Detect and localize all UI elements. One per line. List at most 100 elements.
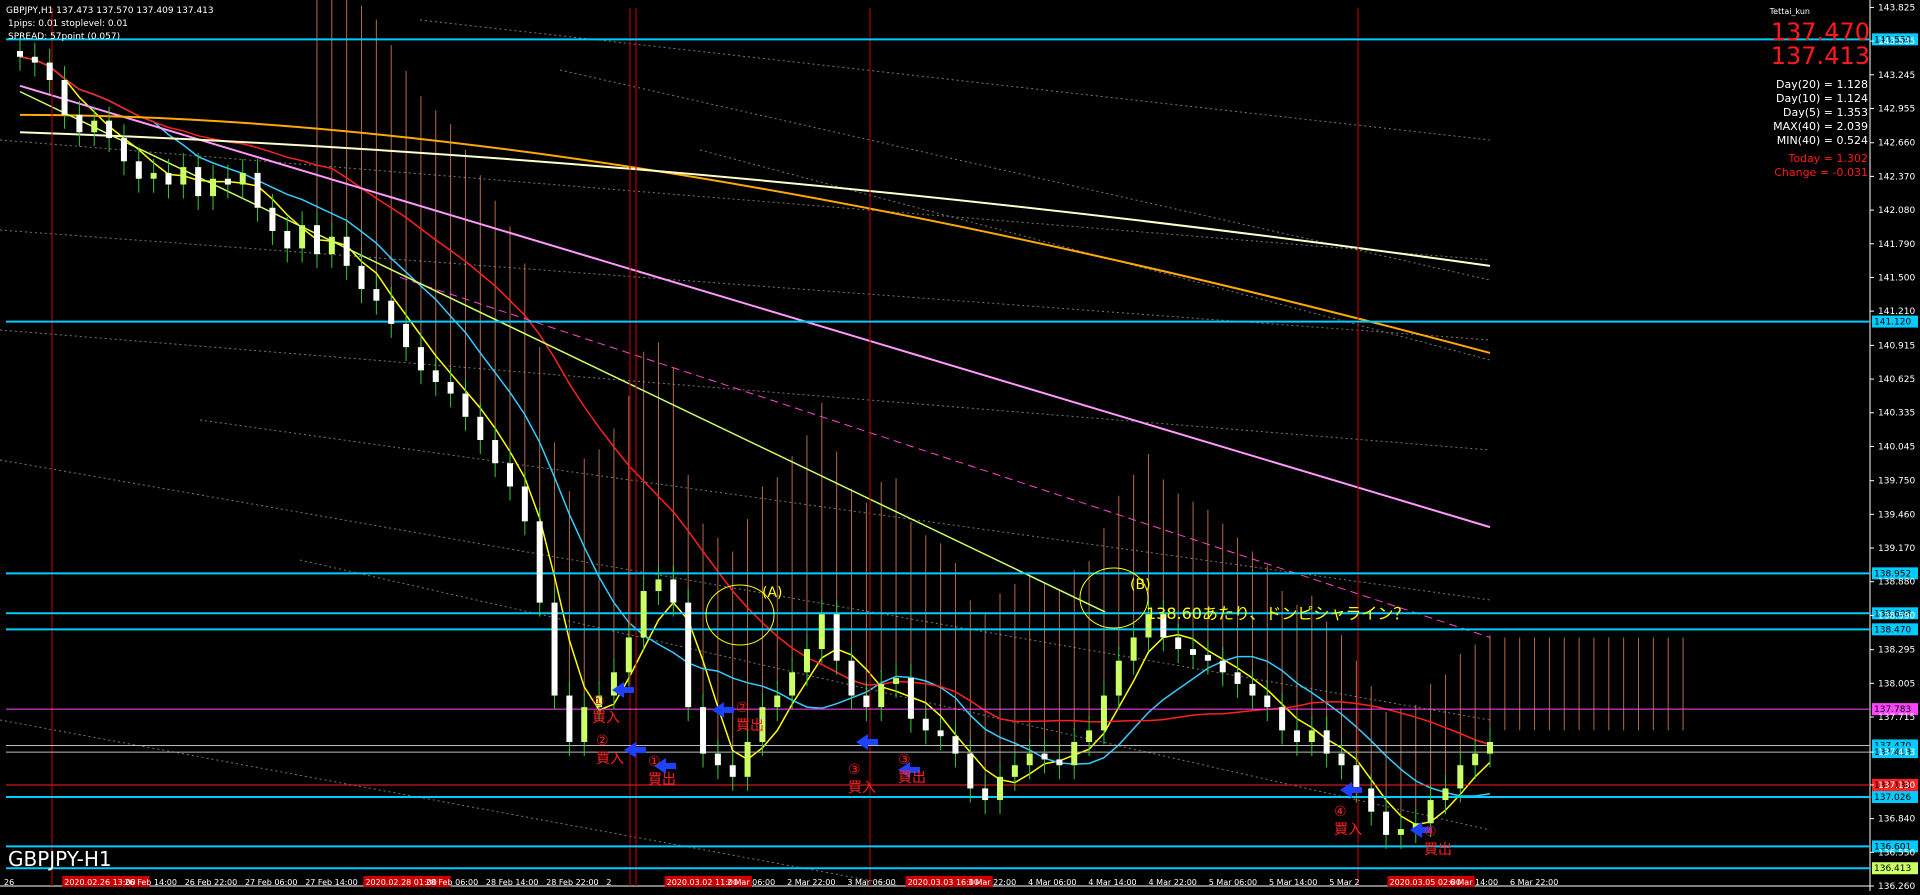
label-a: (A) — [762, 585, 783, 601]
ask-price: 137.413 — [1771, 42, 1870, 70]
y-tick-label: 140.915 — [1878, 341, 1915, 351]
y-tick-label: 138.005 — [1878, 679, 1915, 689]
candle-body — [803, 649, 810, 673]
label-b: (B) — [1130, 577, 1151, 593]
x-tick-label: 3 Mar 22:00 — [968, 878, 1016, 887]
candle-body — [76, 114, 83, 133]
y-tick-label: 143.245 — [1878, 71, 1915, 81]
candle-body — [1293, 730, 1300, 742]
y-tick-label: 136.550 — [1878, 848, 1915, 858]
candle-body — [774, 695, 781, 708]
x-tick-label: 27 Feb 06:00 — [245, 878, 297, 887]
candle-body — [1442, 788, 1449, 801]
candle-body — [863, 695, 870, 708]
y-tick-label: 140.625 — [1878, 375, 1915, 385]
y-tick-label: 137.715 — [1878, 713, 1915, 723]
candle-body — [1100, 695, 1107, 731]
candle-body — [507, 463, 513, 487]
candle-body — [566, 695, 573, 742]
x-tick-label: 26 Feb 22:00 — [185, 878, 237, 887]
candle-body — [1397, 829, 1404, 835]
y-tick-label: 137.413 — [1878, 748, 1915, 758]
chart-background — [0, 0, 1920, 891]
symbol-line: GBPJPY,H1 137.473 137.570 137.409 137.41… — [6, 6, 214, 16]
signal-2-buy-num: ② — [596, 733, 609, 749]
signal-1-exit-act: 買出 — [648, 772, 676, 788]
y-tick-label: 143.535 — [1878, 37, 1915, 47]
candle-body — [1115, 660, 1122, 696]
spread-line: SPREAD: 57point (0.057) — [8, 32, 120, 42]
x-tick-label: 4 Mar 22:00 — [1149, 878, 1197, 887]
x-tick-label: 5 Mar 14:00 — [1269, 878, 1317, 887]
candle-body — [17, 50, 23, 57]
candle-body — [91, 120, 98, 133]
candle-body — [1071, 741, 1078, 766]
candle-body — [1457, 765, 1464, 789]
candle-body — [135, 161, 142, 179]
signal-4-buy-act: 買入 — [1334, 822, 1362, 838]
candle-body — [31, 56, 38, 63]
candle-body — [165, 172, 172, 185]
stat-min40: MIN(40) = 0.524 — [1777, 134, 1868, 147]
candle-body — [982, 788, 989, 801]
stat-change: Change = -0.031 — [1774, 166, 1868, 179]
y-tick-label: 136.840 — [1878, 815, 1915, 825]
candle-body — [269, 207, 276, 231]
candle-body — [1308, 730, 1315, 742]
candle-body — [1190, 649, 1197, 655]
x-tick-label: 26 — [4, 878, 14, 887]
x-tick-label: 28 Feb 06:00 — [426, 878, 478, 887]
y-tick-label: 140.045 — [1878, 442, 1915, 452]
candle-body — [1026, 753, 1033, 766]
y-tick-label: 139.460 — [1878, 510, 1915, 520]
candle-body — [1487, 741, 1493, 754]
y-tick-label: 139.750 — [1878, 477, 1915, 487]
y-tick-label: 141.790 — [1878, 240, 1915, 250]
stat-day10: Day(10) = 1.124 — [1776, 92, 1868, 105]
candle-body — [210, 178, 217, 197]
y-tick-label: 142.370 — [1878, 172, 1915, 182]
signal-4-buy-num: ④ — [1334, 804, 1347, 820]
x-tick-label: 5 Mar 06:00 — [1209, 878, 1257, 887]
candle-body — [180, 167, 187, 185]
candle-body — [670, 579, 677, 603]
candle-body — [833, 614, 840, 661]
chart-window[interactable]: 143.550 141.120 138.952 138.608 138.470 137.7… — [0, 0, 1920, 892]
candle-body — [1086, 730, 1093, 742]
candle-body — [492, 440, 499, 464]
y-tick-label: 143.825 — [1878, 3, 1915, 13]
candlestick-chart[interactable]: 143.550141.120138.952138.608138.470137.7… — [0, 0, 1920, 892]
candle-body — [536, 521, 543, 603]
info-line: 1pips: 0.01 stoplevel: 0.01 — [8, 19, 128, 29]
y-tick-label: 138.590 — [1878, 611, 1915, 621]
x-tick-label: 5 Mar 2 — [1329, 878, 1359, 887]
candle-body — [922, 718, 929, 731]
candle-body — [789, 672, 796, 696]
x-tick-label: 6 Mar 22:00 — [1510, 878, 1558, 887]
stat-today: Today = 1.302 — [1787, 152, 1868, 165]
candle-body — [195, 167, 202, 197]
signal-4-exit-act: 買出 — [1424, 842, 1452, 858]
candle-body — [640, 591, 647, 638]
y-tick-label: 141.500 — [1878, 273, 1915, 283]
signal-1-buy-num: ① — [592, 694, 605, 710]
candle-body — [1234, 672, 1241, 684]
candle-body — [417, 347, 424, 371]
candle-body — [848, 660, 855, 696]
candle-body — [685, 602, 692, 708]
x-tick-label: 2 — [606, 878, 611, 887]
candle-body — [893, 678, 900, 684]
x-tick-label: 6 Mar 14:00 — [1450, 878, 1498, 887]
level-price-label: 141.120 — [1874, 318, 1911, 328]
y-tick-label: 139.170 — [1878, 544, 1915, 554]
candle-body — [878, 683, 885, 708]
candle-body — [714, 753, 721, 766]
candle-body — [46, 62, 53, 81]
candle-body — [581, 707, 588, 742]
signal-4-exit-num: ④ — [1424, 824, 1437, 840]
candle-body — [1264, 695, 1271, 708]
level-price-label: 138.470 — [1874, 625, 1911, 635]
candle-body — [403, 323, 410, 348]
candle-body — [284, 230, 291, 249]
x-tick-label: 28 Feb 22:00 — [546, 878, 598, 887]
